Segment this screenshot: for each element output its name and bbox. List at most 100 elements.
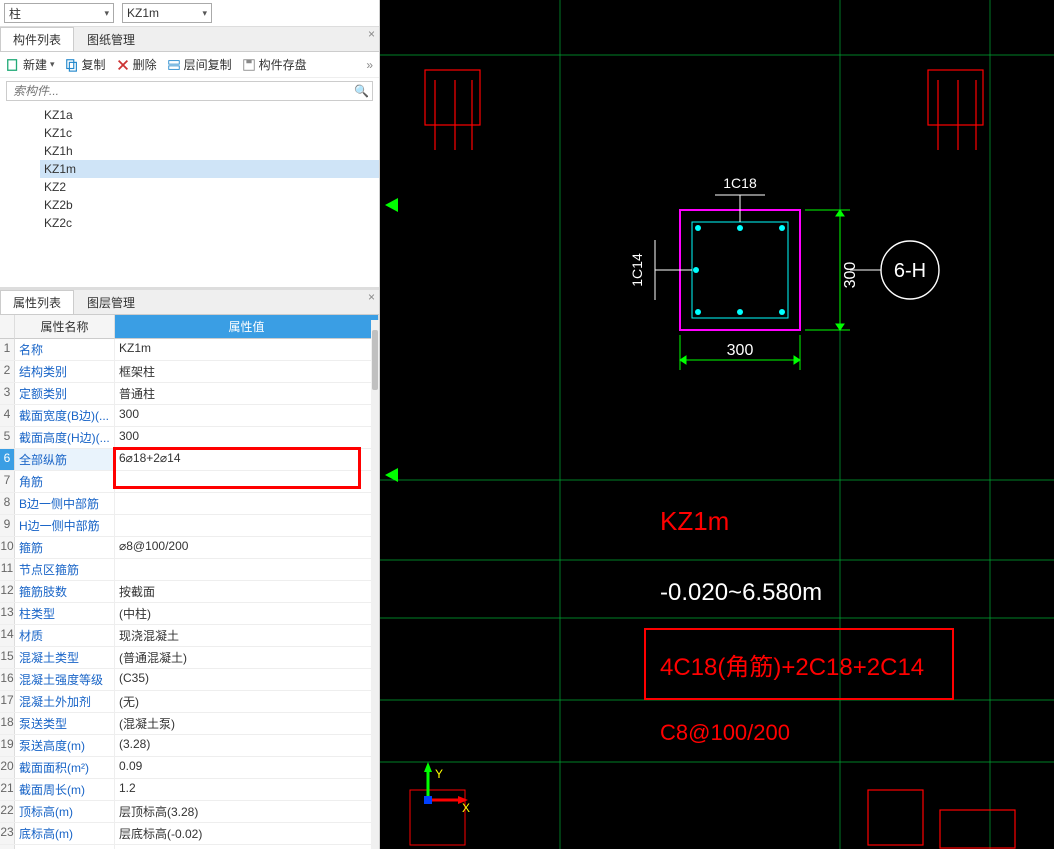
property-value[interactable]: 层顶标高(3.28) <box>115 801 379 822</box>
property-name: 混凝土外加剂 <box>15 691 115 712</box>
property-row[interactable]: 8B边一侧中部筋 <box>0 493 379 515</box>
svg-text:X: X <box>462 801 470 815</box>
column-header-name[interactable]: 属性名称 <box>15 315 115 339</box>
column-header-value[interactable]: 属性值 <box>115 315 379 339</box>
property-value[interactable]: (C35) <box>115 669 379 690</box>
component-item-KZ2c[interactable]: KZ2c <box>40 214 379 232</box>
property-value[interactable] <box>115 493 379 514</box>
row-number: 17 <box>0 691 15 712</box>
property-value[interactable]: (无) <box>115 691 379 712</box>
property-row[interactable]: 2结构类别框架柱 <box>0 361 379 383</box>
property-name: 截面高度(H边)(... <box>15 427 115 448</box>
property-row[interactable]: 14材质现浇混凝土 <box>0 625 379 647</box>
property-name: 箍筋 <box>15 537 115 558</box>
tab-property-list[interactable]: 属性列表 <box>0 290 74 314</box>
property-name: 材质 <box>15 625 115 646</box>
property-row[interactable]: 9H边一侧中部筋 <box>0 515 379 537</box>
search-input[interactable] <box>6 81 373 101</box>
property-value[interactable]: 按截面 <box>115 581 379 602</box>
component-item-KZ2[interactable]: KZ2 <box>40 178 379 196</box>
property-grid[interactable]: 1名称KZ1m2结构类别框架柱3定额类别普通柱4截面宽度(B边)(...3005… <box>0 339 379 849</box>
component-value: KZ1m <box>127 6 159 20</box>
property-row[interactable]: 13柱类型(中柱) <box>0 603 379 625</box>
row-number: 2 <box>0 361 15 382</box>
property-row[interactable]: 11节点区箍筋 <box>0 559 379 581</box>
cad-viewport[interactable]: 6-H 1C18 1C14 300 300 KZ1m -0.020~6.580m… <box>380 0 1054 849</box>
property-value[interactable] <box>115 515 379 536</box>
property-row[interactable]: 5截面高度(H边)(...300 <box>0 427 379 449</box>
tab-layer-manage[interactable]: 图层管理 <box>74 290 148 314</box>
property-value[interactable] <box>115 559 379 580</box>
property-value[interactable]: (混凝土泵) <box>115 713 379 734</box>
property-value[interactable] <box>115 471 379 492</box>
property-value[interactable]: 300 <box>115 427 379 448</box>
property-row[interactable]: 15混凝土类型(普通混凝土) <box>0 647 379 669</box>
delete-button[interactable]: 删除 <box>116 56 157 73</box>
property-value[interactable]: ⌀8@100/200 <box>115 537 379 558</box>
tab-drawing-manage[interactable]: 图纸管理 <box>74 27 148 51</box>
property-value[interactable]: 1.2 <box>115 779 379 800</box>
component-item-KZ2b[interactable]: KZ2b <box>40 196 379 214</box>
search-icon[interactable]: 🔍 <box>354 84 369 98</box>
component-save-button[interactable]: 构件存盘 <box>242 56 307 73</box>
layer-copy-button[interactable]: 层间复制 <box>167 56 232 73</box>
property-row[interactable]: 4截面宽度(B边)(...300 <box>0 405 379 427</box>
delete-icon <box>116 58 130 72</box>
close-icon[interactable]: × <box>368 27 375 41</box>
property-name: 柱类型 <box>15 603 115 624</box>
scroll-thumb[interactable] <box>372 330 378 390</box>
property-row[interactable]: 22顶标高(m)层顶标高(3.28) <box>0 801 379 823</box>
row-number: 18 <box>0 713 15 734</box>
property-row[interactable]: 12箍筋肢数按截面 <box>0 581 379 603</box>
chevron-right-icon[interactable]: » <box>366 58 373 72</box>
property-row[interactable]: 17混凝土外加剂(无) <box>0 691 379 713</box>
property-row[interactable]: 10箍筋⌀8@100/200 <box>0 537 379 559</box>
row-number: 3 <box>0 383 15 404</box>
property-row[interactable]: 19泵送高度(m)(3.28) <box>0 735 379 757</box>
component-item-KZ1a[interactable]: KZ1a <box>40 106 379 124</box>
row-number: 14 <box>0 625 15 646</box>
property-row[interactable]: 18泵送类型(混凝土泵) <box>0 713 379 735</box>
row-number: 13 <box>0 603 15 624</box>
property-value[interactable]: 0.09 <box>115 757 379 778</box>
row-number: 24 <box>0 845 15 849</box>
property-value[interactable]: 6⌀18+2⌀14 <box>115 449 379 470</box>
property-row[interactable]: 7角筋 <box>0 471 379 493</box>
grid-corner <box>0 315 15 339</box>
property-value[interactable]: 现浇混凝土 <box>115 625 379 646</box>
property-value[interactable]: (中柱) <box>115 603 379 624</box>
close-icon[interactable]: × <box>368 290 375 304</box>
property-value[interactable]: 层底标高(-0.02) <box>115 823 379 844</box>
component-dropdown[interactable]: KZ1m ▾ <box>122 3 212 23</box>
property-value[interactable]: 普通柱 <box>115 383 379 404</box>
layer-copy-label: 层间复制 <box>184 56 232 73</box>
property-row[interactable]: 23底标高(m)层底标高(-0.02) <box>0 823 379 845</box>
copy-button[interactable]: 复制 <box>65 56 106 73</box>
property-value[interactable]: (3.28) <box>115 735 379 756</box>
component-item-KZ1h[interactable]: KZ1h <box>40 142 379 160</box>
property-name: 混凝土强度等级 <box>15 669 115 690</box>
property-value[interactable]: 框架柱 <box>115 361 379 382</box>
dim-horizontal: 300 <box>727 342 754 359</box>
property-row[interactable]: 20截面面积(m²)0.09 <box>0 757 379 779</box>
property-value[interactable]: KZ1m <box>115 339 379 360</box>
scrollbar[interactable] <box>371 320 379 849</box>
property-row[interactable]: 6全部纵筋6⌀18+2⌀14 <box>0 449 379 471</box>
new-button[interactable]: 新建 ▾ <box>6 56 55 73</box>
component-item-KZ1m[interactable]: KZ1m <box>40 160 379 178</box>
property-value[interactable]: (普通混凝土) <box>115 647 379 668</box>
tab-component-list[interactable]: 构件列表 <box>0 27 74 51</box>
row-number: 15 <box>0 647 15 668</box>
left-rebar-label: 1C14 <box>629 253 645 287</box>
property-row[interactable]: 24备注 <box>0 845 379 849</box>
property-row[interactable]: 21截面周长(m)1.2 <box>0 779 379 801</box>
component-item-KZ1c[interactable]: KZ1c <box>40 124 379 142</box>
property-row[interactable]: 16混凝土强度等级(C35) <box>0 669 379 691</box>
category-dropdown[interactable]: 柱 ▾ <box>4 3 114 23</box>
property-row[interactable]: 3定额类别普通柱 <box>0 383 379 405</box>
property-value[interactable]: 300 <box>115 405 379 426</box>
property-row[interactable]: 1名称KZ1m <box>0 339 379 361</box>
component-list[interactable]: KZ1aKZ1cKZ1hKZ1mKZ2KZ2bKZ2c <box>0 104 379 287</box>
save-label: 构件存盘 <box>259 56 307 73</box>
property-value[interactable] <box>115 845 379 849</box>
